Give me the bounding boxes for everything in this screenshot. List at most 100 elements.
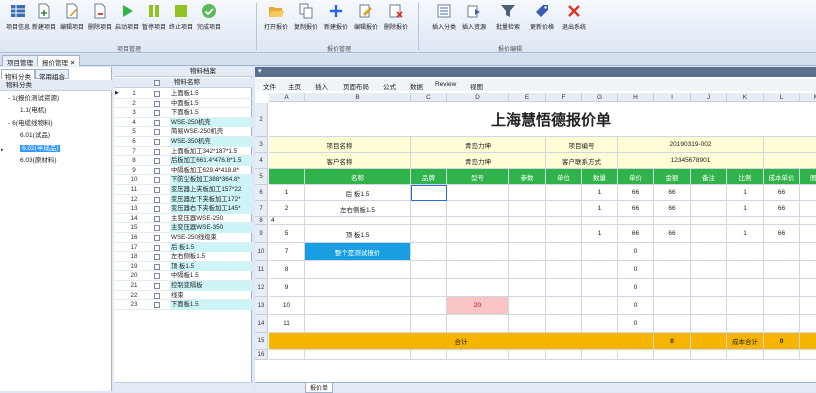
column-header[interactable]: I xyxy=(654,93,691,102)
material-row[interactable]: 14 主变压器WSE-250 xyxy=(114,214,252,224)
sheet-cell[interactable] xyxy=(654,261,691,279)
sheet-cell[interactable] xyxy=(411,297,447,315)
sheet-cell[interactable]: 1 xyxy=(727,225,764,243)
table-header-cell[interactable]: 品牌 xyxy=(411,169,447,185)
add-doc-button[interactable]: 新建项目 xyxy=(30,3,58,37)
sheet-cell[interactable]: 左右侧板1.5 xyxy=(305,201,411,217)
close-icon[interactable]: ✕ xyxy=(70,60,75,67)
sheet-cell[interactable] xyxy=(764,153,816,169)
row-checkbox[interactable] xyxy=(154,167,160,174)
sheet-cell[interactable] xyxy=(654,217,691,225)
sheet-cell[interactable] xyxy=(582,279,618,297)
sheet-cell[interactable]: 0 xyxy=(618,243,654,261)
table-header-cell[interactable] xyxy=(269,169,305,185)
sheet-cell[interactable]: 整个是测试报价 xyxy=(305,243,411,261)
row-header[interactable]: 10 xyxy=(255,243,268,261)
sheet-cell[interactable]: 11 xyxy=(269,315,305,333)
sheet-cell[interactable] xyxy=(764,315,800,333)
material-row[interactable]: 9 中隔板加工629.4*418.8* xyxy=(114,166,252,176)
total-label[interactable]: 合计 xyxy=(269,333,654,350)
sheet-cell[interactable]: 1 xyxy=(727,201,764,217)
project-no-value[interactable]: 20190319-002 xyxy=(618,137,764,153)
material-row[interactable]: 3 下面板1.5 xyxy=(114,108,252,118)
sheet-cell[interactable] xyxy=(447,201,509,217)
plus-button[interactable]: 新建报价 xyxy=(322,3,350,37)
column-header[interactable]: L xyxy=(764,93,800,102)
sheet-menu-item[interactable]: 视图 xyxy=(470,81,483,91)
row-checkbox[interactable] xyxy=(154,215,160,222)
delete-sheet-button[interactable]: 删除报价 xyxy=(382,3,410,37)
sheet-cell[interactable]: 5 xyxy=(269,225,305,243)
contact-label[interactable]: 客户联系方式 xyxy=(546,153,618,169)
tree-item[interactable]: 6.02(半成品) xyxy=(0,143,112,155)
insert-category-button[interactable]: 插入分类 xyxy=(430,3,458,37)
pause-button[interactable]: 暂停项目 xyxy=(140,3,168,37)
row-header[interactable]: 2 xyxy=(255,103,268,137)
sheet-cell[interactable] xyxy=(546,217,582,225)
row-checkbox[interactable] xyxy=(154,148,160,155)
sheet-cell[interactable] xyxy=(727,297,764,315)
sheet-cell[interactable]: 4 xyxy=(269,217,305,225)
sheet-cell[interactable] xyxy=(727,243,764,261)
row-checkbox[interactable] xyxy=(154,302,160,309)
sheet-cell[interactable] xyxy=(509,350,546,360)
sheet-cell[interactable] xyxy=(654,315,691,333)
column-material-name[interactable]: 物料名称 xyxy=(174,78,200,88)
sheet-cell[interactable]: 2 xyxy=(269,201,305,217)
sheet-cell[interactable] xyxy=(447,261,509,279)
tab-common-combo[interactable]: 常用组合 xyxy=(35,69,69,81)
sheet-cell[interactable]: 66 xyxy=(618,201,654,217)
material-row[interactable]: 5 简易WSE-250机壳 xyxy=(114,127,252,137)
row-checkbox[interactable] xyxy=(154,91,160,97)
row-header[interactable]: 14 xyxy=(255,315,268,333)
sheet-cell[interactable] xyxy=(509,279,546,297)
sheet-cell[interactable] xyxy=(509,225,546,243)
sheet-cell[interactable] xyxy=(509,315,546,333)
column-header[interactable]: F xyxy=(546,93,582,102)
sheet-cell[interactable] xyxy=(447,243,509,261)
sheet-cell[interactable] xyxy=(509,201,546,217)
sheet-cell[interactable]: 7 xyxy=(269,243,305,261)
material-row[interactable]: 19 顶 板1.5 xyxy=(114,261,252,272)
sheet-cell[interactable] xyxy=(727,217,764,225)
row-checkbox[interactable] xyxy=(154,292,160,299)
contact-value[interactable]: 12345678901 xyxy=(618,153,764,169)
sheet-cell[interactable] xyxy=(691,350,727,360)
material-row[interactable]: 13 变压器右下夹板加工145* xyxy=(114,204,252,214)
sheet-menu-item[interactable]: 文件 xyxy=(263,81,276,91)
table-header-cell[interactable]: 名称 xyxy=(305,169,411,185)
sheet-cell[interactable] xyxy=(509,261,546,279)
row-checkbox[interactable] xyxy=(154,263,160,270)
sheet-cell[interactable] xyxy=(546,243,582,261)
sheet-cell[interactable] xyxy=(691,225,727,243)
stop-button[interactable]: 终止项目 xyxy=(167,3,195,37)
sheet-cell[interactable] xyxy=(411,315,447,333)
copy-button[interactable]: 复制报价 xyxy=(292,3,320,37)
sheet-cell[interactable] xyxy=(764,279,800,297)
sheet-cell[interactable] xyxy=(764,297,800,315)
sheet-cell[interactable] xyxy=(727,350,764,360)
sheet-cell[interactable] xyxy=(546,225,582,243)
select-all-checkbox[interactable] xyxy=(154,80,160,86)
sheet-cell[interactable] xyxy=(411,243,447,261)
sheet-cell[interactable]: 顶 板1.5 xyxy=(305,225,411,243)
row-checkbox[interactable] xyxy=(154,244,160,251)
sheet-cell[interactable]: 1 xyxy=(582,201,618,217)
material-row[interactable]: 21 控制变隔板 xyxy=(114,281,252,291)
sheet-menu-item[interactable]: 主页 xyxy=(288,81,301,91)
material-row[interactable]: 20 中隔板1.5 xyxy=(114,271,252,281)
sheet-cell[interactable]: 1 xyxy=(582,225,618,243)
sheet-cell[interactable] xyxy=(582,315,618,333)
table-header-cell[interactable]: 备注 xyxy=(691,169,727,185)
row-checkbox[interactable] xyxy=(154,187,160,193)
collapse-toggle-icon[interactable]: - xyxy=(8,120,10,127)
sheet-cell[interactable] xyxy=(411,225,447,243)
table-header-cell[interactable]: 图片 xyxy=(800,169,816,185)
sheet-cell[interactable] xyxy=(305,297,411,315)
sheet-cell[interactable] xyxy=(800,201,816,217)
column-header[interactable]: A xyxy=(269,93,305,102)
row-checkbox[interactable] xyxy=(154,235,160,241)
tab-project-management[interactable]: 项目管理 xyxy=(2,55,38,67)
row-header[interactable]: 13 xyxy=(255,297,268,315)
material-row[interactable]: 12 变压器左下夹板加工172* xyxy=(114,194,252,205)
